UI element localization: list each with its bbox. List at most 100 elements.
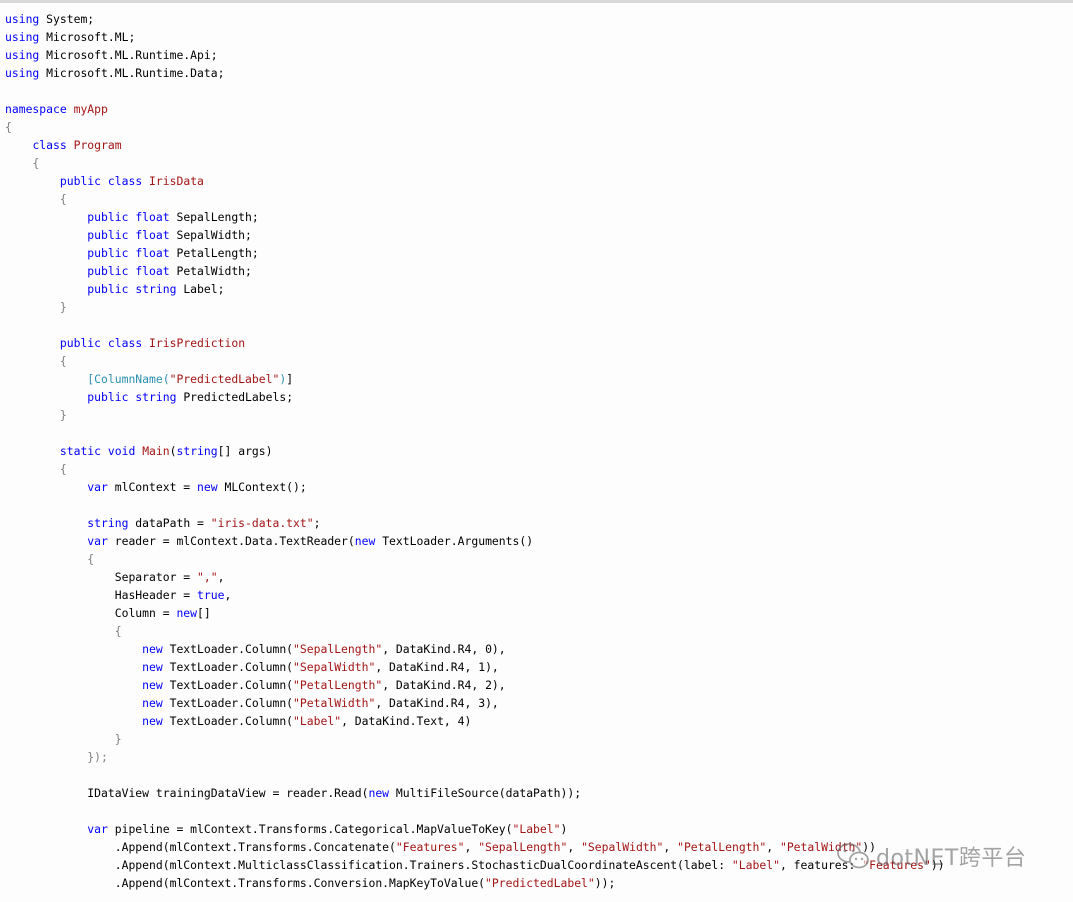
code-token: {: [32, 156, 40, 170]
code-line: .Append(mlContext.Transforms.Conversion.…: [5, 874, 945, 892]
code-line: {: [5, 550, 945, 568]
code-line: {: [5, 118, 945, 136]
code-token: TextLoader.Arguments(): [375, 534, 534, 548]
code-token: using: [5, 12, 40, 26]
code-line: [ColumnName("PredictedLabel")]: [5, 370, 945, 388]
code-line: using Microsoft.ML;: [5, 28, 945, 46]
watermark-text: dotNET跨平台: [876, 846, 1027, 871]
code-token: string: [135, 390, 177, 404]
code-token: , DataKind.R4, 2),: [382, 678, 506, 692]
code-token: dataPath =: [128, 516, 211, 530]
code-token: new: [197, 480, 218, 494]
code-token: reader = mlContext.Data.TextReader(: [107, 534, 355, 548]
code-token: Main: [142, 444, 170, 458]
code-line: {: [5, 190, 945, 208]
code-token: ,: [217, 570, 225, 584]
code-token: public: [87, 390, 129, 404]
code-token: class: [107, 174, 143, 188]
code-token: MultiFileSource(dataPath));: [389, 786, 582, 800]
code-line: }: [5, 298, 945, 316]
code-token: new: [354, 534, 376, 548]
code-token: pipeline = mlContext.Transforms.Categori…: [107, 822, 513, 836]
code-line: new TextLoader.Column("PetalLength", Dat…: [5, 676, 945, 694]
code-token: ,: [663, 840, 678, 854]
code-token: "SepalWidth": [293, 660, 376, 674]
code-token: "Features": [395, 840, 465, 854]
code-line: public class IrisPrediction: [5, 334, 945, 352]
code-token: new: [142, 642, 163, 656]
code-line: .Append(mlContext.Transforms.Concatenate…: [5, 838, 945, 856]
code-line: new TextLoader.Column("SepalWidth", Data…: [5, 658, 945, 676]
code-token: public: [87, 246, 129, 260]
code-token: Microsoft.ML;: [39, 30, 136, 44]
code-token: TextLoader.Column(: [162, 660, 294, 674]
code-token: });: [87, 750, 108, 764]
code-panel: using System; using Microsoft.ML; using Mi…: [0, 3, 1073, 902]
code-token: public: [87, 228, 129, 242]
code-token: void: [107, 444, 136, 458]
code-token: "iris-data.txt": [210, 516, 314, 530]
code-token: TextLoader.Column(: [162, 714, 294, 728]
code-token: var: [87, 480, 108, 494]
code-token: new: [142, 696, 163, 710]
code-token: new: [142, 714, 163, 728]
code-token: var: [87, 534, 108, 548]
code-token: TextLoader.Column(: [162, 678, 294, 692]
code-token: public: [87, 282, 129, 296]
code-line: namespace myApp: [5, 100, 945, 118]
code-line: string dataPath = "iris-data.txt";: [5, 514, 945, 532]
code-token: "SepalLength": [293, 642, 383, 656]
code-token: class: [32, 138, 67, 152]
code-token: "PetalLength": [293, 678, 383, 692]
code-token: []: [197, 606, 211, 620]
code-token: Microsoft.ML.Runtime.Data;: [39, 66, 225, 80]
code-token: .Append(mlContext.Transforms.Concatenate…: [5, 840, 396, 854]
code-token: using: [5, 30, 40, 44]
code-token: Microsoft.ML.Runtime.Api;: [39, 48, 218, 62]
code-token: TextLoader.Column(: [162, 642, 294, 656]
code-token: , DataKind.Text, 4): [341, 714, 472, 728]
code-line: var pipeline = mlContext.Transforms.Cate…: [5, 820, 945, 838]
code-line: HasHeader = true,: [5, 586, 945, 604]
code-line: public float PetalWidth;: [5, 262, 945, 280]
code-token: ",": [197, 570, 218, 584]
code-token: class: [107, 336, 143, 350]
code-token: SepalLength;: [169, 210, 259, 224]
code-token: }: [59, 408, 67, 422]
code-line: });: [5, 748, 945, 766]
code-token: {: [59, 354, 67, 368]
code-token: [ColumnName(: [87, 372, 170, 386]
code-token: ,: [464, 840, 479, 854]
code-line: new TextLoader.Column("SepalLength", Dat…: [5, 640, 945, 658]
code-token: using: [5, 66, 40, 80]
code-line: using System;: [5, 10, 945, 28]
code-token: MLContext();: [217, 480, 307, 494]
code-line: new TextLoader.Column("PetalWidth", Data…: [5, 694, 945, 712]
code-token: "Label": [731, 858, 780, 872]
code-token: ;: [313, 516, 321, 530]
code-line: var mlContext = new MLContext();: [5, 478, 945, 496]
watermark: dotNET跨平台: [836, 836, 1026, 876]
code-token: PetalWidth;: [169, 264, 252, 278]
code-token: [] args): [217, 444, 273, 458]
code-token: {: [59, 462, 67, 476]
